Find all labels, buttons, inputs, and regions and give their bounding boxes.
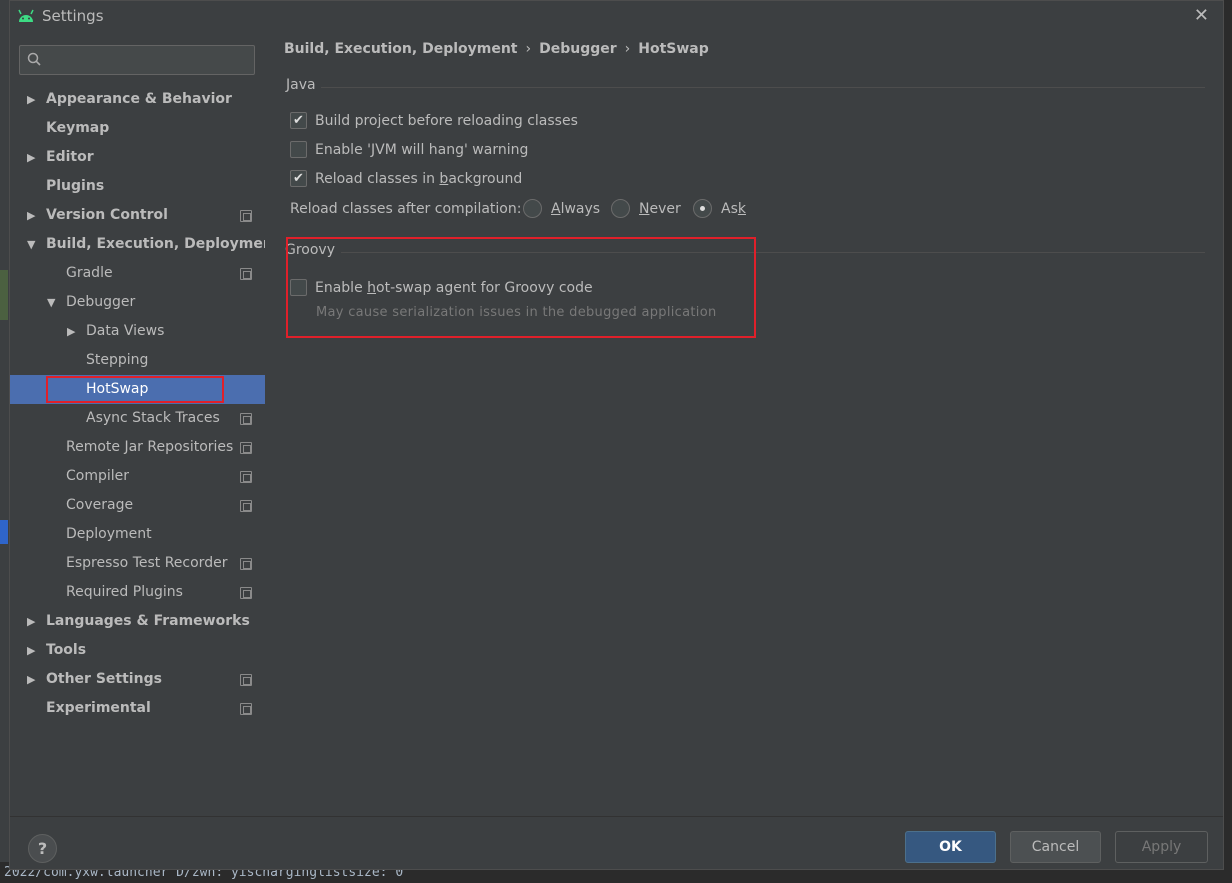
sidebar-item-editor[interactable]: ▶ Editor bbox=[10, 143, 265, 172]
radio-circle[interactable] bbox=[523, 199, 542, 218]
section-divider bbox=[321, 87, 1205, 88]
settings-sidebar: ▶ Appearance & Behavior Keymap ▶ Editor … bbox=[10, 33, 280, 816]
sidebar-item-keymap[interactable]: Keymap bbox=[10, 114, 265, 143]
breadcrumb-separator: › bbox=[525, 41, 532, 57]
help-button[interactable]: ? bbox=[28, 834, 57, 863]
project-settings-icon bbox=[240, 268, 252, 280]
project-settings-icon bbox=[240, 471, 252, 483]
sidebar-item-stepping[interactable]: Stepping bbox=[10, 346, 265, 375]
project-settings-icon bbox=[240, 674, 252, 686]
sidebar-item-plugins[interactable]: Plugins bbox=[10, 172, 265, 201]
close-icon[interactable]: ✕ bbox=[1194, 5, 1209, 26]
radio-circle[interactable] bbox=[693, 199, 712, 218]
checkbox-box[interactable] bbox=[290, 141, 307, 158]
chevron-right-icon[interactable]: ▶ bbox=[27, 85, 35, 114]
checkbox-box[interactable]: ✔ bbox=[290, 112, 307, 129]
project-settings-icon bbox=[240, 413, 252, 425]
project-settings-icon bbox=[240, 442, 252, 454]
dialog-footer: ? OK Cancel Apply bbox=[10, 816, 1223, 869]
settings-dialog: Settings ✕ ▶ Appearance & Behavior Keyma… bbox=[9, 0, 1224, 870]
settings-content: Build, Execution, Deployment › Debugger › Ho… bbox=[265, 33, 1223, 816]
sidebar-item-data-views[interactable]: ▶ Data Views bbox=[10, 317, 265, 346]
sidebar-item-tools[interactable]: ▶ Tools bbox=[10, 636, 265, 665]
project-settings-icon bbox=[240, 587, 252, 599]
sidebar-item-appearance-behavior[interactable]: ▶ Appearance & Behavior bbox=[10, 85, 265, 114]
highlight-box bbox=[286, 237, 756, 338]
cancel-button[interactable]: Cancel bbox=[1010, 831, 1101, 863]
breadcrumb-item-current: HotSwap bbox=[638, 41, 709, 57]
ide-background-edge bbox=[0, 0, 9, 883]
check-icon: ✔ bbox=[293, 113, 304, 128]
breadcrumb-item[interactable]: Build, Execution, Deployment bbox=[284, 41, 518, 57]
sidebar-item-espresso-test-recorder[interactable]: Espresso Test Recorder bbox=[10, 549, 265, 578]
radio-group-label: Reload classes after compilation: bbox=[290, 201, 522, 217]
search-field[interactable] bbox=[19, 45, 255, 75]
sidebar-item-debugger[interactable]: ▼ Debugger bbox=[10, 288, 265, 317]
sidebar-item-async-stack-traces[interactable]: Async Stack Traces bbox=[10, 404, 265, 433]
sidebar-item-languages-frameworks[interactable]: ▶ Languages & Frameworks bbox=[10, 607, 265, 636]
chevron-right-icon[interactable]: ▶ bbox=[27, 665, 35, 694]
project-settings-icon bbox=[240, 500, 252, 512]
java-section-title: Java bbox=[286, 77, 316, 93]
chevron-right-icon[interactable]: ▶ bbox=[27, 636, 35, 665]
ok-button[interactable]: OK bbox=[905, 831, 996, 863]
sidebar-item-experimental[interactable]: Experimental bbox=[10, 694, 265, 723]
chevron-right-icon[interactable]: ▶ bbox=[27, 143, 35, 172]
breadcrumb-item[interactable]: Debugger bbox=[539, 41, 617, 57]
radio-selected-dot bbox=[700, 206, 705, 211]
chevron-right-icon[interactable]: ▶ bbox=[27, 607, 35, 636]
sidebar-item-required-plugins[interactable]: Required Plugins bbox=[10, 578, 265, 607]
check-icon: ✔ bbox=[293, 171, 304, 186]
search-icon bbox=[27, 52, 41, 66]
ide-background-marker bbox=[0, 520, 8, 544]
ide-background-marker bbox=[0, 270, 8, 320]
project-settings-icon bbox=[240, 210, 252, 222]
breadcrumb-separator: › bbox=[624, 41, 631, 57]
android-icon bbox=[18, 9, 34, 22]
sidebar-item-other-settings[interactable]: ▶ Other Settings bbox=[10, 665, 265, 694]
sidebar-item-version-control[interactable]: ▶ Version Control bbox=[10, 201, 265, 230]
sidebar-item-hotswap[interactable]: HotSwap bbox=[10, 375, 265, 404]
radio-circle[interactable] bbox=[611, 199, 630, 218]
chevron-right-icon[interactable]: ▶ bbox=[27, 201, 35, 230]
sidebar-item-gradle[interactable]: Gradle bbox=[10, 259, 265, 288]
window-title: Settings bbox=[42, 7, 104, 25]
chevron-down-icon[interactable]: ▼ bbox=[27, 230, 35, 259]
sidebar-item-deployment[interactable]: Deployment bbox=[10, 520, 265, 549]
project-settings-icon bbox=[240, 703, 252, 715]
sidebar-item-remote-jar-repositories[interactable]: Remote Jar Repositories bbox=[10, 433, 265, 462]
checkbox-label: Reload classes in background bbox=[315, 171, 523, 187]
title-bar: Settings ✕ bbox=[10, 1, 1223, 33]
checkbox-box[interactable]: ✔ bbox=[290, 170, 307, 187]
search-input[interactable] bbox=[50, 50, 250, 70]
sidebar-item-compiler[interactable]: Compiler bbox=[10, 462, 265, 491]
sidebar-item-build-execution-deployment[interactable]: ▼ Build, Execution, Deployment bbox=[10, 230, 280, 259]
project-settings-icon bbox=[240, 558, 252, 570]
sidebar-item-coverage[interactable]: Coverage bbox=[10, 491, 265, 520]
apply-button[interactable]: Apply bbox=[1115, 831, 1208, 863]
chevron-right-icon[interactable]: ▶ bbox=[67, 317, 75, 346]
breadcrumb: Build, Execution, Deployment › Debugger › Ho… bbox=[284, 41, 709, 57]
settings-tree: ▶ Appearance & Behavior Keymap ▶ Editor … bbox=[10, 85, 280, 723]
chevron-down-icon[interactable]: ▼ bbox=[47, 288, 55, 317]
